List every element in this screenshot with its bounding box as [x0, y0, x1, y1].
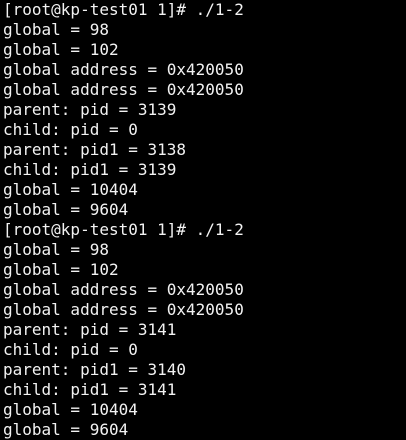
terminal-output-line: global = 102 — [3, 260, 119, 279]
terminal-output-line: global = 9604 — [3, 420, 129, 439]
terminal-output-line: child: pid1 = 3141 — [3, 380, 177, 399]
terminal-output-line: global = 98 — [3, 20, 109, 39]
terminal-output-line: child: pid = 0 — [3, 120, 138, 139]
terminal-output-line: child: pid1 = 3139 — [3, 160, 177, 179]
terminal-output-line: global = 102 — [3, 40, 119, 59]
terminal-prompt-line: [root@kp-test01 1]# ./1-2 — [3, 0, 244, 19]
terminal-window[interactable]: [root@kp-test01 1]# ./1-2 global = 98 gl… — [0, 0, 406, 440]
terminal-output-line: global = 9604 — [3, 200, 129, 219]
terminal-output-line: parent: pid = 3141 — [3, 320, 177, 339]
terminal-output-line: global = 10404 — [3, 180, 138, 199]
terminal-output-line: child: pid = 0 — [3, 340, 138, 359]
terminal-output-line: parent: pid1 = 3140 — [3, 360, 187, 379]
terminal-output-line: global address = 0x420050 — [3, 300, 244, 319]
terminal-prompt-line: [root@kp-test01 1]# ./1-2 — [3, 220, 244, 239]
terminal-output-line: global address = 0x420050 — [3, 80, 244, 99]
terminal-output-line: global = 98 — [3, 240, 109, 259]
terminal-output-line: parent: pid1 = 3138 — [3, 140, 187, 159]
terminal-output-line: global address = 0x420050 — [3, 280, 244, 299]
terminal-output: [root@kp-test01 1]# ./1-2 global = 98 gl… — [3, 0, 406, 440]
terminal-output-line: global address = 0x420050 — [3, 60, 244, 79]
terminal-output-line: parent: pid = 3139 — [3, 100, 177, 119]
terminal-output-line: global = 10404 — [3, 400, 138, 419]
